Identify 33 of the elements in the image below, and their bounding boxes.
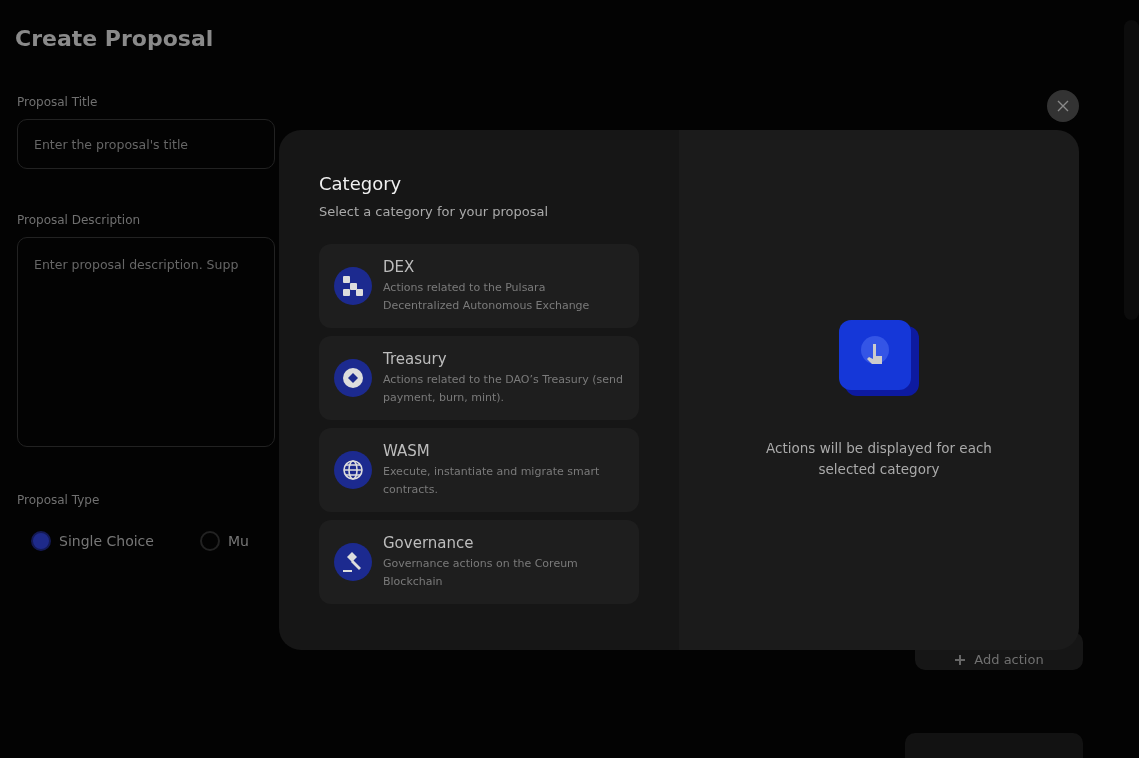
- category-name: DEX: [383, 257, 416, 276]
- radio-label: Single Choice: [59, 533, 154, 549]
- modal-title: Category: [319, 173, 403, 194]
- category-card[interactable]: Treasury Actions related to the DAO’s Treasury (send payment, burn, mint).: [319, 336, 639, 420]
- radio-button[interactable]: [31, 531, 51, 551]
- gavel-icon: [334, 543, 372, 581]
- category-description: Execute, instantiate and migrate smart contracts.: [383, 463, 601, 498]
- checker-icon: [334, 267, 372, 305]
- radio-label: Mu: [227, 533, 249, 549]
- field-label: Proposal Type: [17, 493, 100, 507]
- pointer-icon: [837, 320, 921, 398]
- category-description: Governance actions on the Coreum Blockchain: [383, 555, 579, 590]
- page-title: Create Proposal: [15, 26, 214, 51]
- globe-icon: [334, 451, 372, 489]
- category-description: Actions related to the DAO’s Treasury (send payment, burn, mint).: [383, 371, 624, 406]
- empty-message: Actions will be displayed for each selected category: [765, 439, 993, 479]
- category-name: WASM: [383, 441, 431, 460]
- modal-subtitle: Select a category for your proposal: [319, 204, 550, 219]
- category-name: Treasury: [383, 349, 448, 368]
- description-field[interactable]: Enter proposal description. Supp: [17, 237, 275, 447]
- title-field[interactable]: Enter the proposal's title: [17, 119, 275, 169]
- category-card[interactable]: WASM Execute, instantiate and migrate smart contracts.: [319, 428, 639, 512]
- category-description: Actions related to the Pulsara Decentralized Autonomous Exchange: [383, 279, 591, 314]
- plus-icon: [954, 653, 967, 666]
- close-button[interactable]: [1047, 90, 1079, 122]
- radio-button[interactable]: [199, 531, 220, 551]
- close-icon: [1057, 100, 1069, 112]
- field-label: Proposal Description: [17, 213, 141, 227]
- field-label: Proposal Title: [17, 95, 98, 109]
- category-card[interactable]: DEX Actions related to the Pulsara Decentralized Autonomous Exchange: [319, 244, 639, 328]
- category-name: Governance: [383, 533, 475, 552]
- coin-icon: [334, 359, 372, 397]
- category-card[interactable]: Governance Governance actions on the Coreum Blockchain: [319, 520, 639, 604]
